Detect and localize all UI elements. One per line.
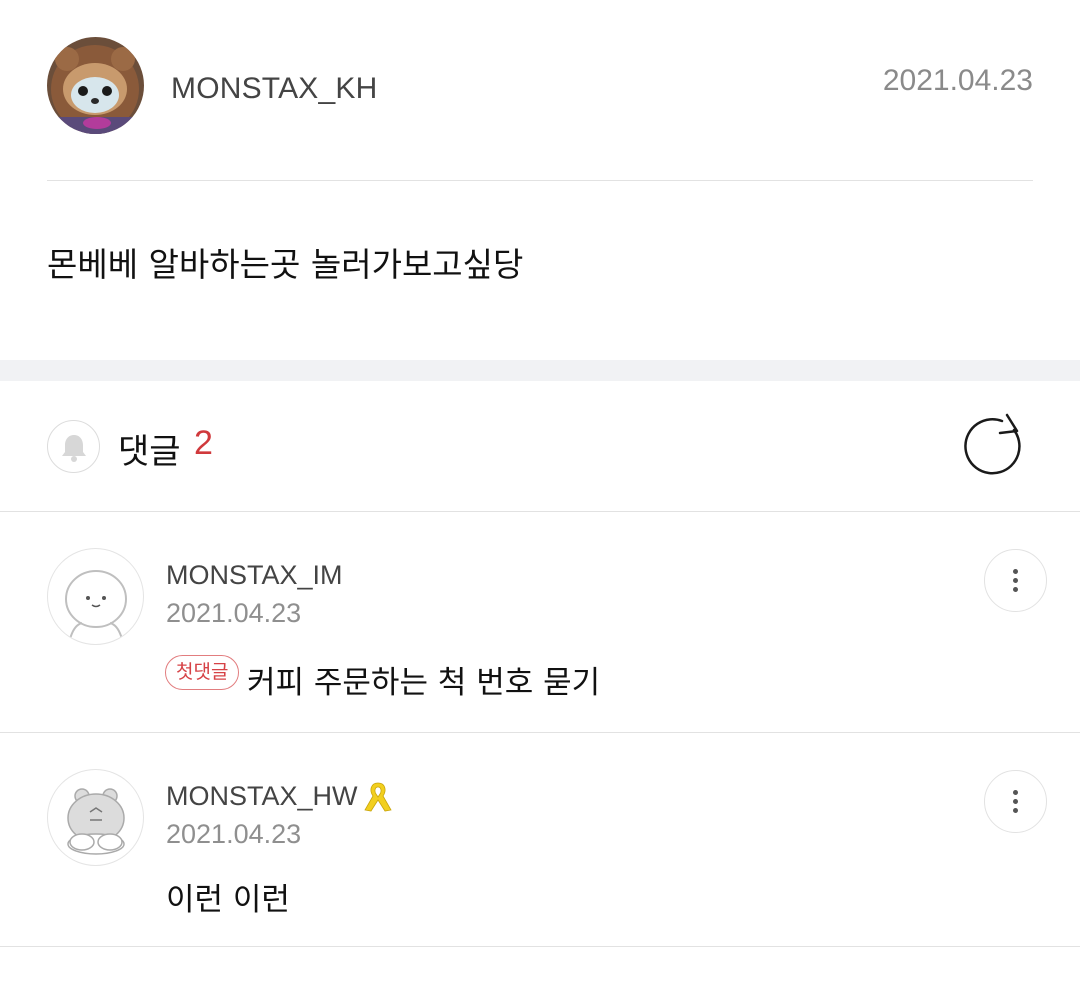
notification-button[interactable] — [47, 420, 100, 473]
post-header: MONSTAX_KH 2021.04.23 — [0, 0, 1080, 181]
more-dot — [1013, 569, 1018, 574]
comment-more-button[interactable] — [984, 549, 1047, 612]
comment-text: 이런 이런 — [166, 882, 290, 918]
comment-text: 커피 주문하는 척 번호 묻기 — [247, 665, 601, 701]
comment-divider — [0, 946, 1080, 947]
section-separator — [0, 360, 1080, 381]
more-dot — [1013, 790, 1018, 795]
author-avatar[interactable] — [47, 37, 144, 134]
bell-icon — [61, 434, 86, 462]
yellow-ribbon-icon — [361, 780, 395, 814]
refresh-button[interactable] — [962, 410, 1030, 480]
post-author[interactable]: MONSTAX_KH — [171, 72, 377, 106]
comments-label: 댓글 — [118, 432, 181, 472]
comment-date: 2021.04.23 — [166, 819, 302, 849]
comment-more-button[interactable] — [984, 770, 1047, 833]
comment-item — [0, 733, 1080, 947]
refresh-icon — [964, 413, 1021, 475]
comment-avatar[interactable] — [47, 769, 144, 866]
comment-date: 2021.04.23 — [166, 598, 302, 628]
comment-author[interactable]: MONSTAX_IM — [166, 560, 343, 591]
post-body-text: 몬베베 알바하는곳 놀러가보고싶당 — [47, 245, 524, 284]
more-dot — [1013, 799, 1018, 804]
comment-avatar[interactable] — [47, 548, 144, 645]
comments-count: 2 — [194, 424, 213, 462]
first-comment-badge: 첫댓글 — [165, 655, 240, 690]
more-dot — [1013, 578, 1018, 583]
more-dot — [1013, 587, 1018, 592]
more-dot — [1013, 808, 1018, 813]
header-divider — [47, 180, 1033, 181]
post-date: 2021.04.23 — [882, 64, 1033, 97]
comment-author[interactable]: MONSTAX_HW — [166, 781, 358, 812]
